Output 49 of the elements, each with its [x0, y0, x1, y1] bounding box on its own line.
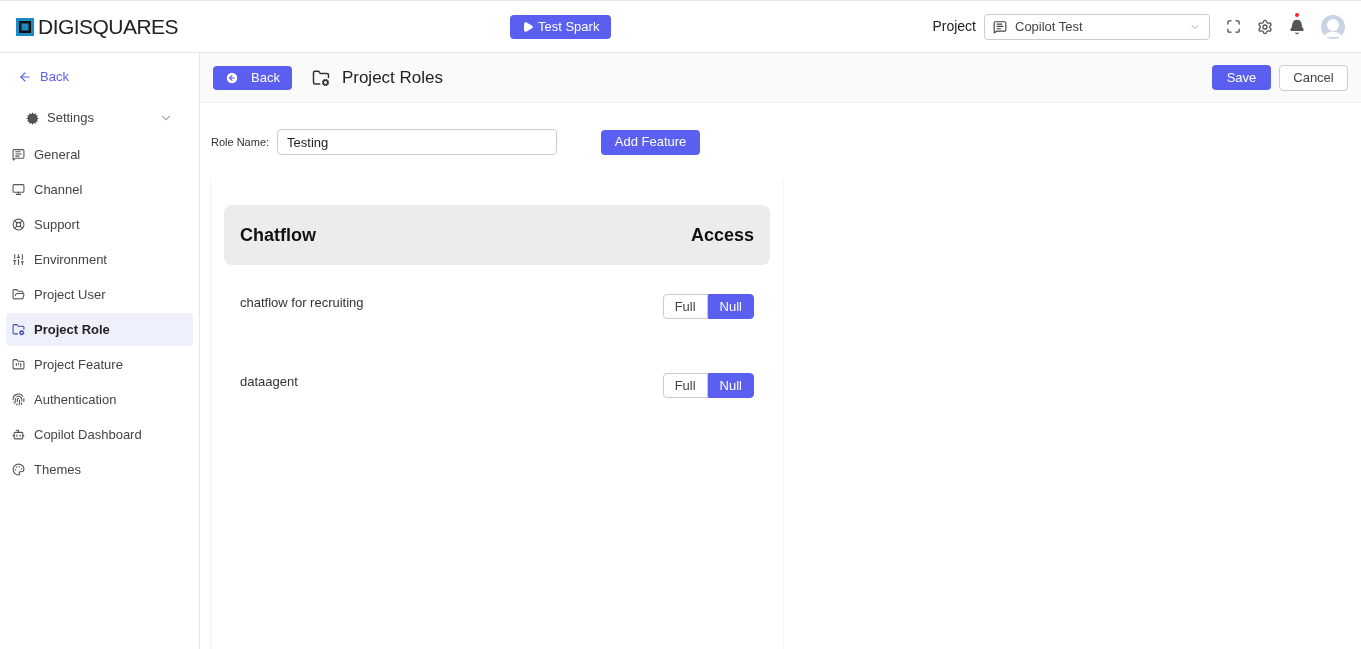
project-select[interactable]: Copilot Test — [984, 13, 1210, 40]
notification-icon[interactable] — [1289, 18, 1305, 35]
add-feature-button[interactable]: Add Feature — [601, 129, 701, 155]
fullscreen-icon[interactable] — [1226, 19, 1241, 34]
access-option[interactable]: Full — [662, 373, 708, 398]
back-link[interactable]: Back — [6, 69, 193, 85]
message-icon — [12, 148, 25, 161]
sidebar-item[interactable]: Project Role — [6, 313, 193, 346]
sliders-icon — [12, 253, 25, 266]
folder-grid-icon — [12, 358, 25, 371]
logo-text: DIGISQUARES — [38, 13, 179, 40]
access-option[interactable]: Full — [662, 294, 708, 319]
page-title: Project Roles — [341, 66, 443, 89]
role-name-field[interactable]: Testing — [277, 129, 558, 155]
robot-icon — [12, 428, 25, 441]
monitor-icon — [12, 183, 25, 196]
role-name-label: Role Name: — [211, 134, 270, 150]
settings-dropdown[interactable]: Settings — [6, 109, 193, 127]
folder-gear-icon — [311, 68, 330, 87]
back-button[interactable]: Back — [213, 65, 292, 90]
palette-icon — [12, 463, 25, 476]
test-spark-button[interactable]: Test Spark — [510, 14, 612, 39]
access-option[interactable]: Null — [707, 294, 754, 319]
save-button[interactable]: Save — [1212, 65, 1271, 90]
sidebar-item[interactable]: Channel — [6, 173, 193, 206]
sidebar-item[interactable]: General — [6, 138, 193, 171]
chat-icon — [993, 19, 1007, 34]
sidebar-item[interactable]: Copilot Dashboard — [6, 418, 193, 451]
cancel-button[interactable]: Cancel — [1279, 64, 1348, 91]
folder-gear-icon — [12, 323, 25, 336]
lifebuoy-icon — [12, 218, 25, 231]
sidebar-item[interactable]: Environment — [6, 243, 193, 276]
feature-name: chatflow for recruiting — [240, 294, 364, 312]
access-option[interactable]: Null — [707, 373, 754, 398]
sidebar-item[interactable]: Project User — [6, 278, 193, 311]
sidebar-item[interactable]: Support — [6, 208, 193, 241]
logo-icon — [16, 17, 34, 36]
folder-icon — [12, 288, 25, 301]
sidebar-item[interactable]: Project Feature — [6, 348, 193, 381]
sidebar-item[interactable]: Themes — [6, 453, 193, 486]
project-label: Project — [932, 17, 976, 36]
settings-icon[interactable] — [1257, 18, 1273, 35]
column-header: Access — [690, 223, 754, 247]
fingerprint-icon — [12, 393, 25, 406]
sidebar-item[interactable]: Authentication — [6, 383, 193, 416]
feature-name: dataagent — [240, 373, 298, 391]
play-icon — [522, 20, 534, 33]
column-header: Chatflow — [240, 223, 316, 247]
gear-icon — [26, 111, 39, 125]
